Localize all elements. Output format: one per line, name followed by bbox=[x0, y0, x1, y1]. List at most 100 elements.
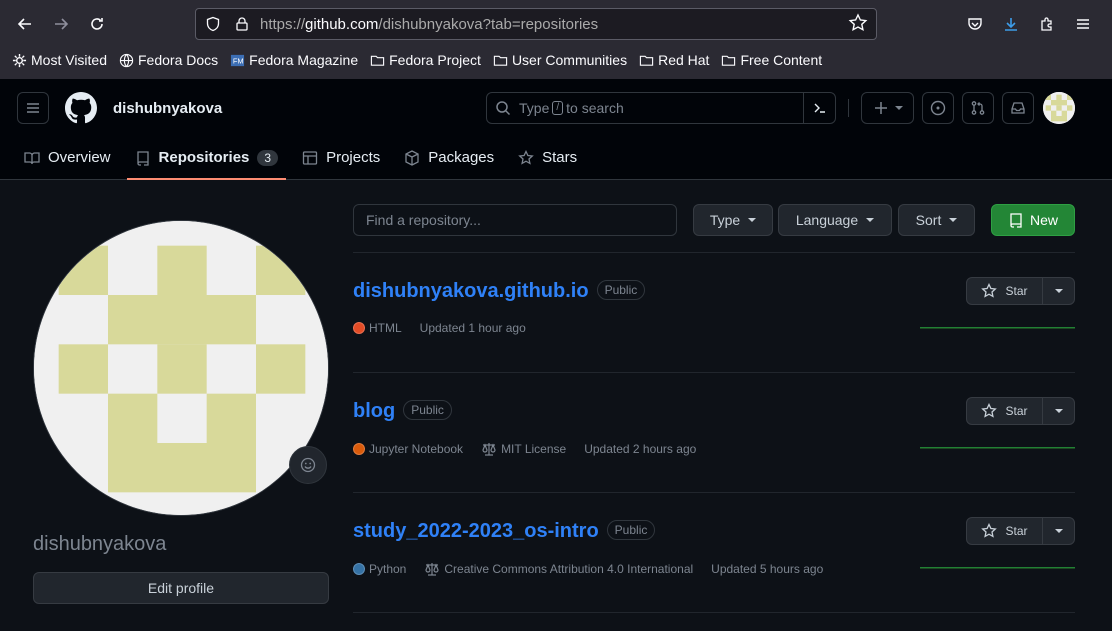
star-list-dropdown[interactable] bbox=[1043, 278, 1074, 304]
bookmark-free-content[interactable]: Free Content bbox=[721, 52, 822, 68]
header-username[interactable]: dishubnyakova bbox=[113, 100, 222, 117]
tab-label: Overview bbox=[48, 149, 111, 166]
activity-sparkline bbox=[920, 327, 1075, 329]
chevron-down-icon bbox=[1054, 289, 1063, 293]
profile-tabs: Overview Repositories 3 Projects Package… bbox=[16, 135, 593, 180]
language-label: Jupyter Notebook bbox=[369, 442, 464, 456]
sort-button[interactable]: Sort bbox=[898, 204, 975, 236]
bookmark-fedora-magazine[interactable]: FM Fedora Magazine bbox=[230, 52, 358, 68]
bookmark-user-communities[interactable]: User Communities bbox=[493, 52, 627, 68]
tab-label: Stars bbox=[542, 149, 578, 166]
bookmark-red-hat[interactable]: Red Hat bbox=[639, 52, 709, 68]
command-palette-button[interactable] bbox=[803, 93, 835, 123]
extensions-button[interactable] bbox=[1032, 9, 1062, 39]
star-button[interactable]: Star bbox=[967, 518, 1043, 544]
tab-label: Packages bbox=[428, 149, 495, 166]
language-color-dot bbox=[353, 322, 365, 334]
bookmark-label: Fedora Docs bbox=[138, 52, 219, 68]
language-color-dot bbox=[353, 563, 365, 575]
search-icon bbox=[496, 101, 511, 116]
svg-text:FM: FM bbox=[233, 56, 244, 65]
lock-icon[interactable] bbox=[230, 12, 254, 36]
inbox-button[interactable] bbox=[1002, 92, 1034, 124]
github-logo-icon[interactable] bbox=[65, 92, 97, 124]
bookmark-label: Red Hat bbox=[658, 52, 710, 68]
book-icon bbox=[24, 151, 40, 164]
repo-language: Python bbox=[353, 562, 406, 576]
bookmark-star-icon[interactable] bbox=[848, 13, 870, 35]
repo-updated: Updated 2 hours ago bbox=[584, 442, 697, 456]
repo-list-item: study_2022-2023_os-intro Public Python Cr… bbox=[353, 493, 1075, 613]
activity-sparkline bbox=[920, 567, 1075, 569]
star-label: Star bbox=[1005, 524, 1028, 538]
star-label: Star bbox=[1005, 404, 1028, 418]
search-placeholder-suffix: to search bbox=[566, 100, 624, 116]
tab-projects[interactable]: Projects bbox=[294, 135, 388, 180]
url-bar[interactable]: https://github.com/dishubnyakova?tab=rep… bbox=[195, 8, 877, 40]
repo-link[interactable]: study_2022-2023_os-intro bbox=[353, 520, 599, 542]
pull-requests-button[interactable] bbox=[962, 92, 994, 124]
search-placeholder: Type bbox=[519, 100, 550, 116]
identicon-avatar bbox=[34, 221, 328, 515]
star-list-dropdown[interactable] bbox=[1043, 398, 1074, 424]
puzzle-icon bbox=[1041, 17, 1052, 31]
edit-profile-button[interactable]: Edit profile bbox=[33, 572, 329, 604]
chevron-down-icon bbox=[866, 218, 875, 222]
star-icon bbox=[981, 403, 998, 418]
terminal-icon bbox=[814, 103, 825, 113]
reload-button[interactable] bbox=[82, 9, 112, 39]
browser-toolbar: https://github.com/dishubnyakova?tab=rep… bbox=[0, 0, 1112, 79]
tab-stars[interactable]: Stars bbox=[510, 135, 585, 180]
globe-icon bbox=[119, 53, 134, 67]
downloads-button[interactable] bbox=[996, 9, 1026, 39]
pocket-button[interactable] bbox=[960, 9, 990, 39]
tab-packages[interactable]: Packages bbox=[396, 135, 502, 180]
bookmark-fedora-docs[interactable]: Fedora Docs bbox=[119, 52, 218, 68]
tab-repositories[interactable]: Repositories 3 bbox=[126, 135, 287, 180]
repo-name-row: blog Public bbox=[353, 400, 452, 423]
folder-icon bbox=[722, 55, 736, 66]
type-filter-button[interactable]: Type bbox=[693, 204, 773, 236]
profile-avatar[interactable] bbox=[33, 220, 329, 516]
set-status-button[interactable] bbox=[289, 446, 327, 484]
star-icon bbox=[981, 523, 998, 538]
search-input[interactable]: Type / to search bbox=[486, 92, 836, 124]
bookmark-most-visited[interactable]: Most Visited bbox=[12, 52, 107, 68]
folder-icon bbox=[639, 55, 654, 66]
back-button[interactable] bbox=[10, 9, 40, 39]
tab-label: Repositories bbox=[158, 149, 250, 166]
bookmark-fedora-project[interactable]: Fedora Project bbox=[370, 52, 481, 68]
repo-updated: Updated 1 hour ago bbox=[419, 321, 526, 335]
repo-icon bbox=[1010, 213, 1022, 228]
star-icon bbox=[518, 149, 534, 165]
global-nav-button[interactable] bbox=[17, 92, 49, 124]
tab-overview[interactable]: Overview bbox=[16, 135, 119, 180]
find-repository-input[interactable]: Find a repository... bbox=[353, 204, 677, 236]
shield-icon[interactable] bbox=[201, 12, 225, 36]
tab-label: Projects bbox=[326, 149, 381, 166]
license-label: Creative Commons Attribution 4.0 Interna… bbox=[444, 562, 694, 576]
forward-button[interactable] bbox=[46, 9, 76, 39]
bookmarks-bar: Most Visited Fedora Docs FM Fedora Magaz… bbox=[0, 48, 834, 72]
repo-meta: Jupyter Notebook MIT License Updated 2 h… bbox=[353, 441, 714, 457]
pocket-icon bbox=[968, 18, 982, 30]
hamburger-icon bbox=[1077, 19, 1089, 29]
menu-button[interactable] bbox=[1068, 9, 1098, 39]
repo-link[interactable]: blog bbox=[353, 400, 395, 422]
star-list-dropdown[interactable] bbox=[1043, 518, 1074, 544]
star-button[interactable]: Star bbox=[967, 278, 1043, 304]
repo-link[interactable]: dishubnyakova.github.io bbox=[353, 280, 589, 302]
chevron-down-icon bbox=[748, 218, 757, 222]
law-scale-icon bbox=[425, 563, 439, 576]
star-button[interactable]: Star bbox=[967, 398, 1043, 424]
repo-license[interactable]: Creative Commons Attribution 4.0 Interna… bbox=[424, 561, 693, 577]
user-avatar[interactable] bbox=[1043, 92, 1075, 124]
language-filter-button[interactable]: Language bbox=[778, 204, 892, 236]
repo-license[interactable]: MIT License bbox=[481, 441, 566, 457]
new-repository-button[interactable]: New bbox=[991, 204, 1075, 236]
create-new-button[interactable] bbox=[861, 92, 914, 124]
chevron-down-icon bbox=[1054, 409, 1063, 413]
language-filter-label: Language bbox=[795, 212, 859, 228]
chevron-down-icon bbox=[1054, 529, 1063, 533]
issues-button[interactable] bbox=[922, 92, 954, 124]
